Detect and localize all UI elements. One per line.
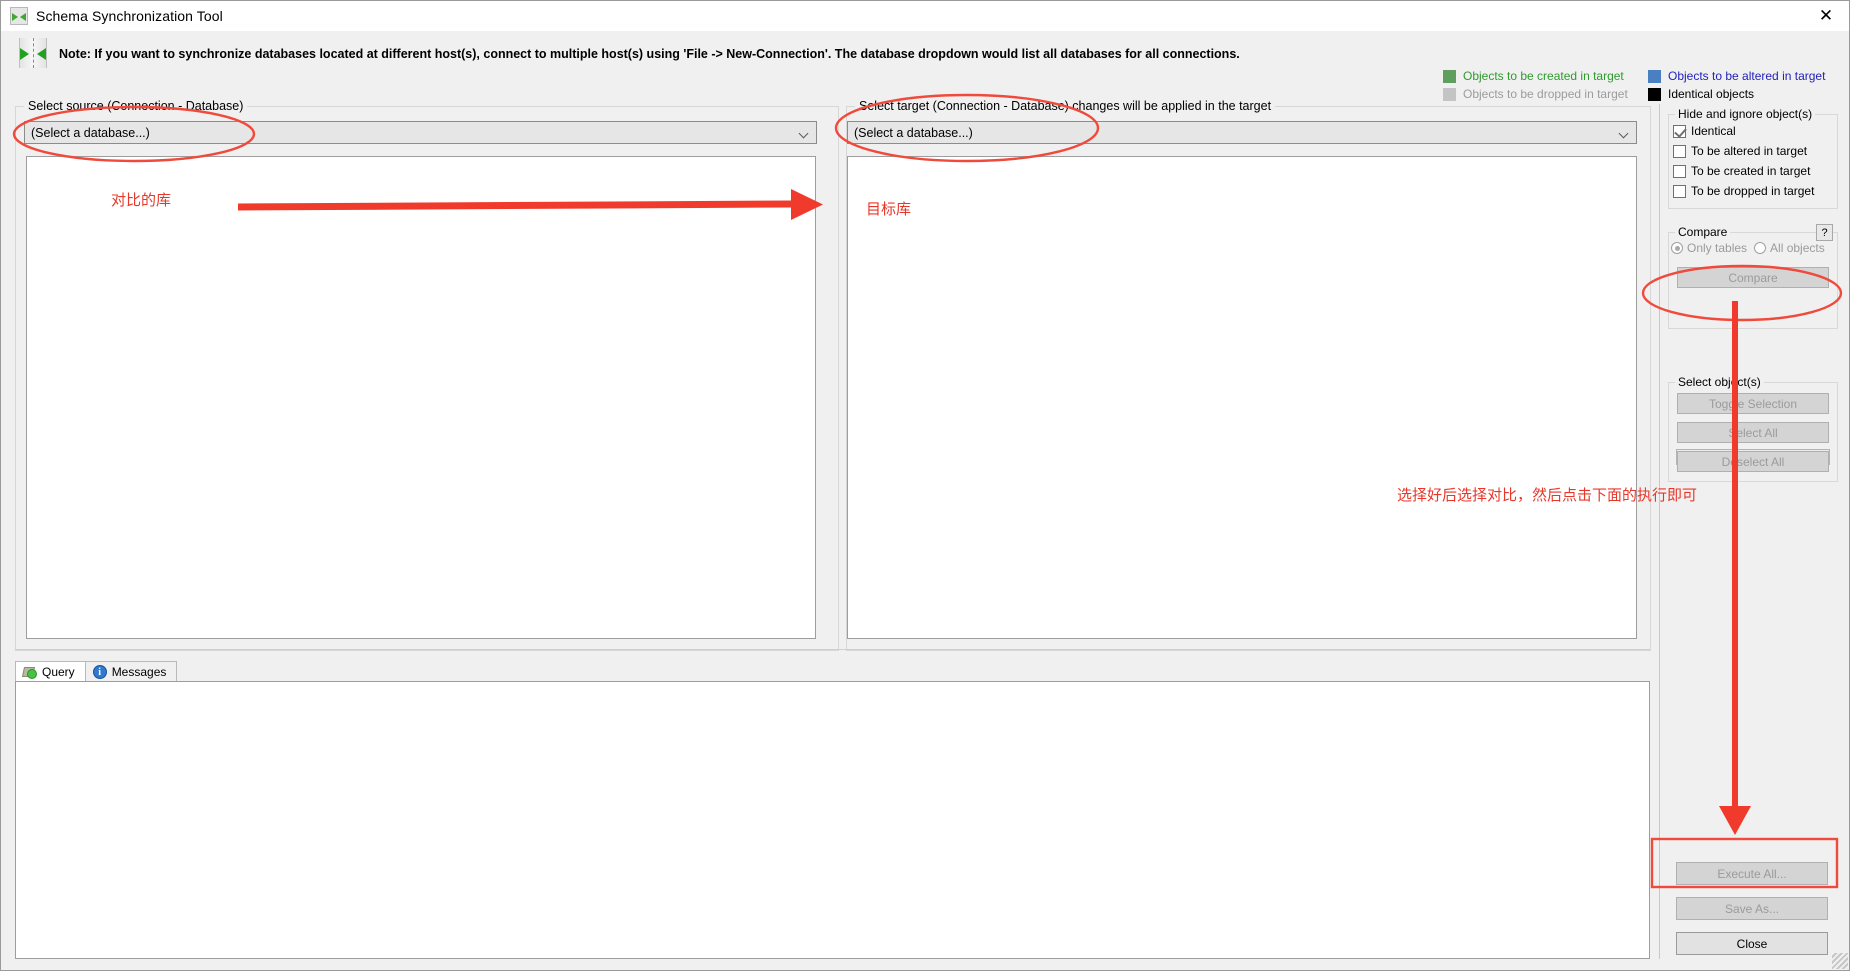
legend: Objects to be created in target Objects … bbox=[1443, 67, 1843, 103]
tab-query[interactable]: Query bbox=[15, 661, 86, 682]
target-database-value: (Select a database...) bbox=[854, 125, 973, 140]
close-icon[interactable]: ✕ bbox=[1803, 1, 1849, 31]
compare-button[interactable]: Compare bbox=[1677, 267, 1829, 288]
select-all-button[interactable]: Select All bbox=[1677, 422, 1829, 443]
legend-item-altered: Objects to be altered in target bbox=[1648, 69, 1825, 83]
annotation-compare-execute-note: 选择好后选择对比，然后点击下面的执行即可 bbox=[1397, 486, 1698, 504]
panel-divider bbox=[15, 649, 1650, 650]
radio-all-objects[interactable] bbox=[1754, 242, 1767, 254]
chevron-down-icon bbox=[798, 128, 809, 139]
bottom-panel: Query i Messages bbox=[15, 661, 1650, 959]
legend-item-identical: Identical objects bbox=[1648, 87, 1754, 101]
source-object-list[interactable] bbox=[26, 156, 816, 639]
target-object-list[interactable] bbox=[847, 156, 1637, 639]
right-sidebar: Hide and ignore object(s) Identical To b… bbox=[1659, 104, 1844, 959]
window-title: Schema Synchronization Tool bbox=[36, 8, 223, 24]
checkbox-to-be-dropped-label: To be dropped in target bbox=[1691, 184, 1815, 198]
checkbox-to-be-altered[interactable]: To be altered in target bbox=[1673, 141, 1837, 161]
legend-item-dropped: Objects to be dropped in target bbox=[1443, 87, 1648, 101]
checkbox-to-be-dropped[interactable]: To be dropped in target bbox=[1673, 181, 1837, 201]
note-bar: Note: If you want to synchronize databas… bbox=[2, 31, 1849, 101]
bottom-tabstrip: Query i Messages bbox=[15, 661, 178, 682]
radio-only-tables-label: Only tables bbox=[1687, 241, 1748, 255]
chevron-down-icon bbox=[1618, 128, 1629, 139]
query-editor[interactable] bbox=[15, 681, 1650, 959]
legend-label-identical: Identical objects bbox=[1668, 87, 1755, 101]
hide-ignore-panel: Hide and ignore object(s) Identical To b… bbox=[1668, 107, 1838, 209]
select-objects-title: Select object(s) bbox=[1675, 375, 1764, 389]
checkbox-to-be-created[interactable]: To be created in target bbox=[1673, 161, 1837, 181]
legend-swatch-altered bbox=[1648, 69, 1661, 83]
legend-label-dropped: Objects to be dropped in target bbox=[1463, 87, 1628, 101]
schema-sync-window: Schema Synchronization Tool ✕ Note: If y… bbox=[0, 0, 1850, 971]
window-titlebar: Schema Synchronization Tool ✕ bbox=[1, 1, 1849, 31]
legend-swatch-dropped bbox=[1443, 87, 1456, 101]
annotation-source-db-note: 对比的库 bbox=[111, 191, 172, 209]
legend-swatch-identical bbox=[1648, 87, 1661, 101]
info-icon: i bbox=[92, 665, 107, 679]
checkbox-to-be-altered-label: To be altered in target bbox=[1691, 144, 1808, 158]
legend-label-altered: Objects to be altered in target bbox=[1668, 69, 1826, 83]
checkbox-to-be-dropped-box[interactable] bbox=[1673, 184, 1686, 198]
save-as-button[interactable]: Save As... bbox=[1676, 897, 1828, 920]
legend-swatch-created bbox=[1443, 69, 1456, 83]
legend-item-created: Objects to be created in target bbox=[1443, 69, 1648, 83]
hide-ignore-title: Hide and ignore object(s) bbox=[1675, 107, 1816, 121]
toggle-selection-button[interactable]: Toggle Selection bbox=[1677, 393, 1829, 414]
compare-panel: Compare ? Only tables All objects Compar… bbox=[1668, 224, 1838, 329]
sync-arrows-icon bbox=[10, 7, 28, 25]
sync-arrows-icon bbox=[19, 38, 47, 68]
checkbox-identical[interactable]: Identical bbox=[1673, 121, 1837, 141]
target-database-select[interactable]: (Select a database...) bbox=[847, 121, 1637, 144]
compare-title: Compare bbox=[1675, 225, 1731, 239]
checkbox-to-be-altered-box[interactable] bbox=[1673, 144, 1686, 158]
query-icon bbox=[23, 665, 37, 679]
source-database-value: (Select a database...) bbox=[31, 125, 150, 140]
select-objects-panel: Select object(s) Toggle Selection Select… bbox=[1668, 375, 1838, 482]
tab-messages-label: Messages bbox=[111, 665, 167, 679]
source-database-select[interactable]: (Select a database...) bbox=[24, 121, 817, 144]
legend-label-created: Objects to be created in target bbox=[1463, 69, 1624, 83]
tab-query-label: Query bbox=[42, 665, 75, 679]
help-icon[interactable]: ? bbox=[1816, 224, 1833, 241]
target-group-title: Select target (Connection - Database) ch… bbox=[855, 99, 1276, 113]
note-text: Note: If you want to synchronize databas… bbox=[59, 47, 1240, 61]
checkbox-to-be-created-box[interactable] bbox=[1673, 164, 1686, 178]
annotation-target-db-note: 目标库 bbox=[866, 200, 912, 218]
checkbox-identical-label: Identical bbox=[1691, 124, 1736, 138]
execute-all-button[interactable]: Execute All... bbox=[1676, 862, 1828, 885]
resize-grip[interactable] bbox=[1832, 953, 1848, 969]
tab-messages[interactable]: i Messages bbox=[84, 661, 178, 682]
checkbox-identical-box[interactable] bbox=[1673, 124, 1686, 138]
source-group-title: Select source (Connection - Database) bbox=[24, 99, 248, 113]
deselect-all-button[interactable]: Deselect All bbox=[1677, 451, 1829, 472]
radio-only-tables[interactable] bbox=[1671, 242, 1683, 254]
checkbox-to-be-created-label: To be created in target bbox=[1691, 164, 1811, 178]
close-button[interactable]: Close bbox=[1676, 932, 1828, 955]
radio-all-objects-label: All objects bbox=[1770, 241, 1825, 255]
